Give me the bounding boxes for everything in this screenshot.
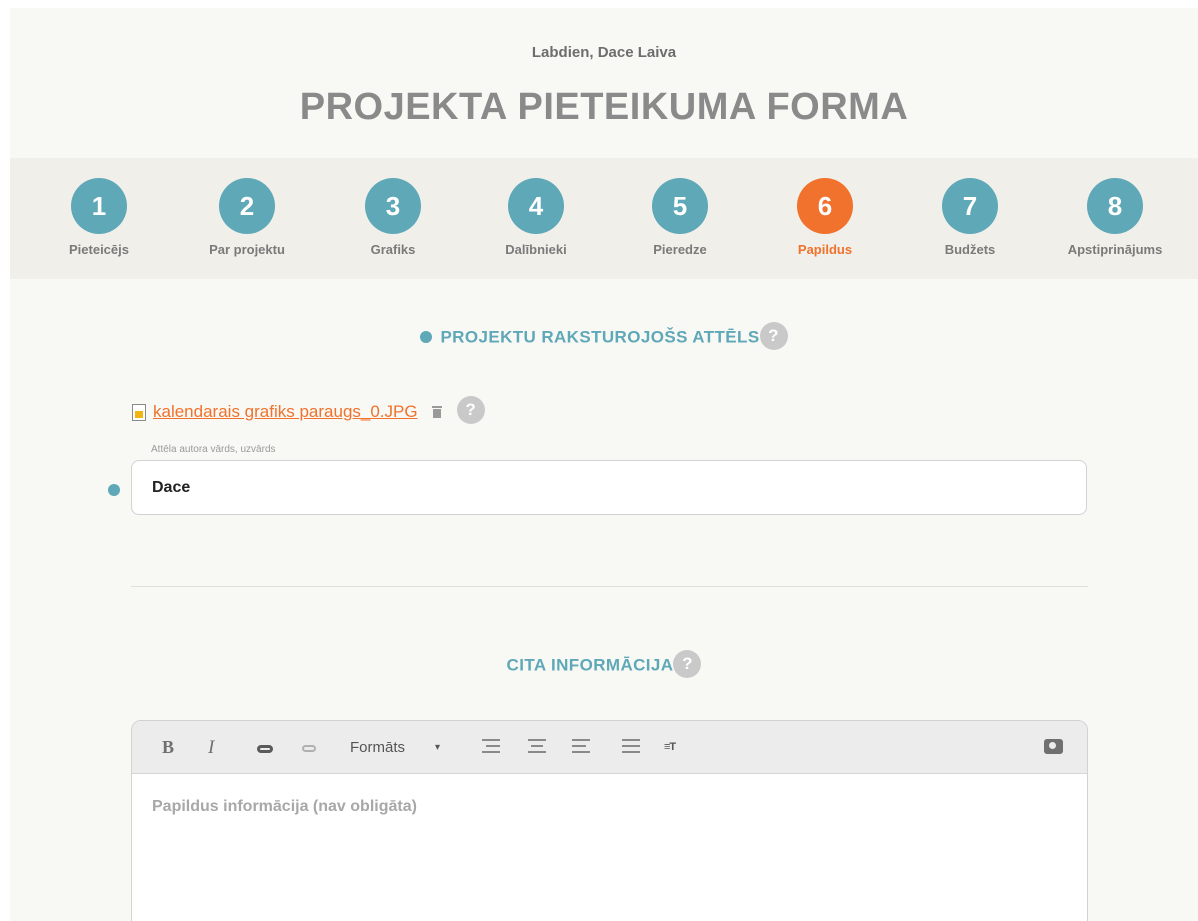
step-2[interactable]: 2 Par projektu [182, 178, 312, 257]
camera-icon[interactable] [1044, 739, 1063, 754]
step-1[interactable]: 1 Pieteicējs [34, 178, 164, 257]
step-label: Apstiprinājums [1067, 242, 1163, 257]
step-label: Pieredze [653, 242, 707, 257]
chevron-down-icon[interactable]: ▾ [435, 721, 440, 774]
step-number: 5 [652, 178, 708, 234]
step-label: Budžets [944, 242, 996, 257]
step-label: Grafiks [370, 242, 416, 257]
trash-icon[interactable] [431, 406, 442, 418]
divider [131, 586, 1088, 587]
italic-button[interactable]: I [208, 721, 214, 774]
editor-placeholder[interactable]: Papildus informācija (nav obligāta) [132, 774, 1087, 921]
other-section-title: CITA INFORMĀCIJA? [10, 650, 1198, 678]
step-label: Dalībnieki [505, 242, 567, 257]
help-icon[interactable]: ? [673, 650, 702, 678]
image-section-title: PROJEKTU RAKSTUROJOŠS ATTĒLS? [10, 322, 1198, 350]
step-label: Pieteicējs [69, 242, 129, 257]
step-label: Papildus [797, 242, 853, 257]
other-section-title-text: CITA INFORMĀCIJA [506, 655, 674, 675]
step-7[interactable]: 7 Budžets [905, 178, 1035, 257]
file-row: kalendarais grafiks paraugs_0.JPG ? [132, 396, 485, 426]
step-8[interactable]: 8 Apstiprinājums [1050, 178, 1180, 257]
step-6[interactable]: 6 Papildus [760, 178, 890, 257]
step-number: 2 [219, 178, 275, 234]
step-number: 3 [365, 178, 421, 234]
link-button[interactable] [254, 721, 276, 774]
step-number: 7 [942, 178, 998, 234]
step-label: Par projektu [209, 242, 285, 257]
align-center-icon[interactable] [528, 739, 546, 754]
greeting: Labdien, Dace Laiva [531, 44, 677, 61]
list-icon[interactable] [622, 739, 640, 754]
format-dropdown[interactable]: Formāts [350, 721, 405, 774]
author-label: Attēla autora vārds, uzvārds [151, 444, 276, 455]
author-name-input[interactable] [131, 460, 1087, 515]
step-4[interactable]: 4 Dalībnieki [471, 178, 601, 257]
editor-toolbar: B I Formāts ▾ ≡T [132, 721, 1087, 774]
step-number: 4 [508, 178, 564, 234]
bold-button[interactable]: B [162, 721, 174, 774]
steps-bar: 1 Pieteicējs 2 Par projektu 3 Grafiks 4 … [10, 158, 1198, 279]
help-icon[interactable]: ? [759, 322, 788, 350]
step-3[interactable]: 3 Grafiks [328, 178, 458, 257]
page: Labdien, Dace Laiva PROJEKTA PIETEIKUMA … [10, 8, 1198, 921]
file-image-icon [132, 403, 146, 421]
clear-format-button[interactable]: ≡T [664, 721, 676, 774]
unlink-button[interactable] [298, 721, 320, 774]
align-right-icon[interactable] [482, 739, 500, 754]
rich-text-editor: B I Formāts ▾ ≡T Papildus informācija (n… [131, 720, 1088, 921]
align-left-icon[interactable] [572, 739, 590, 754]
file-link[interactable]: kalendarais grafiks paraugs_0.JPG [153, 402, 418, 422]
page-title: PROJEKTA PIETEIKUMA FORMA [299, 86, 909, 128]
step-number: 8 [1087, 178, 1143, 234]
required-dot [420, 330, 433, 343]
link-icon [257, 744, 273, 753]
unlink-icon [302, 745, 316, 753]
step-5[interactable]: 5 Pieredze [615, 178, 745, 257]
image-section-title-text: PROJEKTU RAKSTUROJOŠS ATTĒLS [440, 327, 760, 347]
step-number: 6 [797, 178, 853, 234]
help-icon[interactable]: ? [456, 396, 485, 424]
required-dot [108, 484, 120, 496]
step-number: 1 [71, 178, 127, 234]
